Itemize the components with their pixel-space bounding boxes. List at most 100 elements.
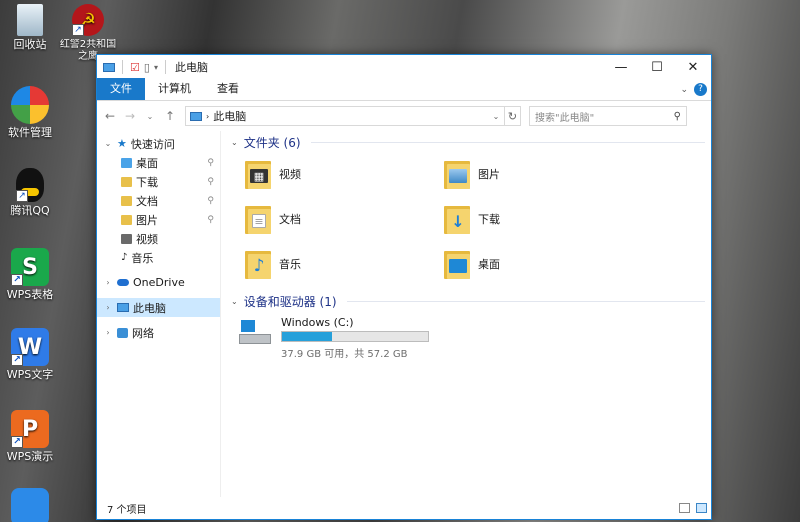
documents-folder-icon [121, 195, 132, 206]
pictures-folder-icon [444, 159, 470, 189]
properties-icon[interactable]: ☑ [130, 61, 140, 74]
pin-icon[interactable]: ⚲ [207, 158, 214, 168]
address-bar[interactable]: › 此电脑 ⌄ [185, 106, 505, 126]
expand-ribbon-icon[interactable]: ⌄ [680, 85, 688, 95]
desktop-icon-qq[interactable]: ↗ 腾讯QQ [0, 168, 60, 217]
breadcrumb-separator-icon[interactable]: › [206, 112, 209, 121]
tab-file[interactable]: 文件 [97, 78, 145, 100]
quick-access-toolbar: ☑ ▯ ▾ [103, 60, 169, 74]
navigation-pane: ⌄ ★ 快速访问 桌面 ⚲ 下载 ⚲ 文档 ⚲ 图片 ⚲ 视频 ♪ 音乐 › O… [97, 131, 221, 497]
desktop-icon-recycle-bin[interactable]: 回收站 [0, 4, 60, 51]
folders-grid: ▦ 视频 图片 ≡ 文档 ↓ 下载 ♪ 音乐 桌面 [231, 156, 705, 282]
nav-item-videos[interactable]: 视频 [97, 229, 220, 248]
breadcrumb[interactable]: 此电脑 [213, 108, 246, 124]
software-manager-icon [11, 86, 49, 124]
tab-view[interactable]: 查看 [204, 78, 252, 100]
video-folder-icon: ▦ [245, 159, 271, 189]
chevron-right-icon[interactable]: › [103, 328, 113, 337]
maximize-button[interactable]: ☐ [639, 55, 675, 79]
music-note-icon: ♪ [121, 252, 128, 263]
recent-locations-icon[interactable]: ⌄ [143, 112, 157, 121]
address-row: ← → ⌄ ↑ › 此电脑 ⌄ ↻ 搜索"此电脑" ⚲ [97, 101, 711, 131]
details-view-icon[interactable] [679, 503, 690, 513]
this-pc-icon [190, 111, 202, 121]
red-alert-icon: ☭ ↗ [72, 4, 104, 36]
downloads-folder-icon [121, 176, 132, 187]
cloud-icon [117, 279, 129, 286]
item-count: 7 个项目 [107, 504, 147, 516]
window-title: 此电脑 [174, 61, 208, 74]
nav-item-documents[interactable]: 文档 ⚲ [97, 191, 220, 210]
drive-usage-fill [282, 332, 332, 341]
content-pane: ⌄ 文件夹 (6) ▦ 视频 图片 ≡ 文档 ↓ 下载 ♪ 音乐 桌面 ⌄ 设备… [221, 131, 711, 497]
chevron-down-icon[interactable]: ⌄ [231, 138, 238, 147]
drive-size-text: 37.9 GB 可用，共 57.2 GB [281, 349, 408, 360]
folder-tile-downloads[interactable]: ↓ 下载 [444, 201, 643, 237]
chevron-right-icon[interactable]: › [103, 303, 113, 312]
nav-item-desktop[interactable]: 桌面 ⚲ [97, 153, 220, 172]
nav-item-pictures[interactable]: 图片 ⚲ [97, 210, 220, 229]
qq-icon: ↗ [16, 168, 44, 202]
customize-toolbar-icon[interactable]: ▾ [154, 63, 158, 72]
new-folder-icon[interactable]: ▯ [144, 61, 150, 74]
drive-tile-c[interactable]: Windows (C:) 37.9 GB 可用，共 57.2 GB [231, 316, 705, 360]
nav-item-downloads[interactable]: 下载 ⚲ [97, 172, 220, 191]
refresh-icon[interactable]: ↻ [505, 106, 521, 126]
desktop-icon-wps-spreadsheet[interactable]: S ↗ WPS表格 [0, 248, 60, 301]
wps-writer-icon: W ↗ [11, 328, 49, 366]
minimize-button[interactable]: — [603, 55, 639, 79]
tab-computer[interactable]: 计算机 [145, 78, 204, 100]
ribbon-tabs: 文件 计算机 查看 ⌄ ? [97, 78, 711, 101]
windows-drive-icon [239, 320, 271, 346]
network-icon [117, 327, 128, 338]
nav-network[interactable]: › 网络 [97, 323, 220, 342]
desktop-icon-software-manager[interactable]: 软件管理 [0, 86, 60, 139]
folders-group-header[interactable]: ⌄ 文件夹 (6) [231, 131, 705, 153]
large-icons-view-icon[interactable] [696, 503, 707, 513]
forward-arrow-icon[interactable]: → [123, 109, 137, 123]
desktop-folder-icon [444, 249, 470, 279]
folder-tile-documents[interactable]: ≡ 文档 [245, 201, 444, 237]
search-input[interactable]: 搜索"此电脑" ⚲ [529, 106, 687, 126]
wps-spreadsheet-icon: S ↗ [11, 248, 49, 286]
music-folder-icon: ♪ [245, 249, 271, 279]
this-pc-icon [103, 62, 115, 72]
desktop-icon-cloud[interactable] [0, 488, 60, 522]
nav-onedrive[interactable]: › OneDrive [97, 273, 220, 292]
back-arrow-icon[interactable]: ← [103, 109, 117, 123]
star-icon: ★ [117, 137, 127, 150]
drive-usage-bar [281, 331, 429, 342]
nav-this-pc[interactable]: › 此电脑 [97, 298, 220, 317]
downloads-folder-icon: ↓ [444, 204, 470, 234]
this-pc-icon [117, 303, 129, 312]
nav-quick-access[interactable]: ⌄ ★ 快速访问 [97, 134, 220, 153]
status-bar: 7 个项目 [97, 497, 711, 519]
search-icon: ⚲ [673, 110, 681, 122]
pictures-folder-icon [121, 214, 132, 225]
devices-group-header[interactable]: ⌄ 设备和驱动器 (1) [231, 290, 705, 312]
folder-tile-music[interactable]: ♪ 音乐 [245, 246, 444, 282]
pin-icon[interactable]: ⚲ [207, 215, 214, 225]
title-bar[interactable]: ☑ ▯ ▾ 此电脑 — ☐ ✕ [97, 55, 711, 79]
wps-presentation-icon: P ↗ [11, 410, 49, 448]
nav-item-music[interactable]: ♪ 音乐 [97, 248, 220, 267]
help-icon[interactable]: ? [694, 83, 707, 96]
folder-tile-desktop[interactable]: 桌面 [444, 246, 643, 282]
chevron-right-icon[interactable]: › [103, 278, 113, 287]
pin-icon[interactable]: ⚲ [207, 196, 214, 206]
desktop-icon-wps-presentation[interactable]: P ↗ WPS演示 [0, 410, 60, 463]
cloud-app-icon [11, 488, 49, 522]
video-folder-icon [121, 233, 132, 244]
up-arrow-icon[interactable]: ↑ [163, 109, 177, 123]
folder-tile-videos[interactable]: ▦ 视频 [245, 156, 444, 192]
folder-tile-pictures[interactable]: 图片 [444, 156, 643, 192]
desktop-icon-wps-writer[interactable]: W ↗ WPS文字 [0, 328, 60, 381]
explorer-window[interactable]: ☑ ▯ ▾ 此电脑 — ☐ ✕ 文件 计算机 查看 ⌄ ? ← → ⌄ ↑ › … [96, 54, 712, 520]
chevron-down-icon[interactable]: ⌄ [231, 297, 238, 306]
drive-name: Windows (C:) [281, 316, 354, 329]
desktop-folder-icon [121, 157, 132, 168]
address-dropdown-icon[interactable]: ⌄ [488, 112, 504, 121]
chevron-down-icon[interactable]: ⌄ [103, 139, 113, 148]
close-button[interactable]: ✕ [675, 55, 711, 79]
pin-icon[interactable]: ⚲ [207, 177, 214, 187]
